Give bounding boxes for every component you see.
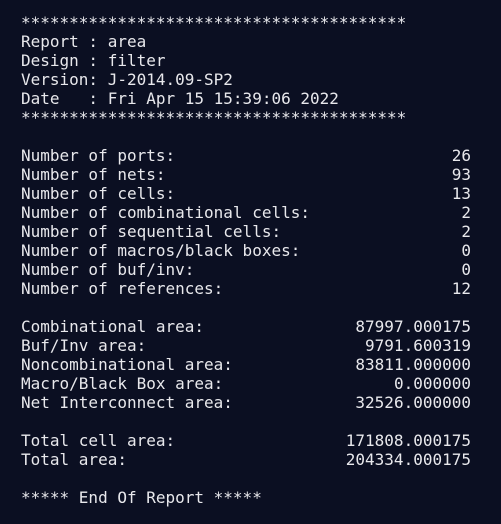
count-value: 0 — [461, 241, 471, 260]
area-row-combinational: Combinational area: 87997.000175 — [21, 317, 471, 336]
total-label: Total cell area: — [21, 431, 176, 450]
area-value: 87997.000175 — [355, 317, 471, 336]
count-row-sequential-cells: Number of sequential cells: 2 — [21, 222, 471, 241]
area-row-macro-black-box: Macro/Black Box area: 0.000000 — [21, 374, 471, 393]
count-row-ports: Number of ports: 26 — [21, 146, 471, 165]
area-label: Noncombinational area: — [21, 355, 233, 374]
report-line: Report : area — [21, 32, 147, 51]
count-label: Number of references: — [21, 279, 224, 298]
area-label: Net Interconnect area: — [21, 393, 233, 412]
total-row-cell-area: Total cell area: 171808.000175 — [21, 431, 471, 450]
count-row-cells: Number of cells: 13 — [21, 184, 471, 203]
count-value: 2 — [461, 222, 471, 241]
count-row-buf-inv: Number of buf/inv: 0 — [21, 260, 471, 279]
date-line: Date : Fri Apr 15 15:39:06 2022 — [21, 89, 339, 108]
count-row-nets: Number of nets: 93 — [21, 165, 471, 184]
stars-bottom: **************************************** — [21, 108, 407, 127]
area-label: Buf/Inv area: — [21, 336, 147, 355]
count-value: 2 — [461, 203, 471, 222]
area-label: Combinational area: — [21, 317, 205, 336]
count-value: 0 — [461, 260, 471, 279]
count-label: Number of ports: — [21, 146, 176, 165]
count-value: 93 — [451, 165, 471, 184]
total-value: 204334.000175 — [345, 450, 471, 469]
area-value: 83811.000000 — [355, 355, 471, 374]
total-row-total-area: Total area: 204334.000175 — [21, 450, 471, 469]
count-row-macros: Number of macros/black boxes: 0 — [21, 241, 471, 260]
count-value: 13 — [451, 184, 471, 203]
count-label: Number of nets: — [21, 165, 166, 184]
area-row-net-interconnect: Net Interconnect area: 32526.000000 — [21, 393, 471, 412]
count-value: 26 — [451, 146, 471, 165]
count-label: Number of buf/inv: — [21, 260, 195, 279]
area-value: 9791.600319 — [365, 336, 471, 355]
design-line: Design : filter — [21, 51, 166, 70]
stars-top: **************************************** — [21, 13, 407, 32]
area-value: 32526.000000 — [355, 393, 471, 412]
terminal-output: ****************************************… — [0, 0, 501, 524]
end-of-report: ***** End Of Report ***** — [21, 488, 262, 507]
count-row-combinational-cells: Number of combinational cells: 2 — [21, 203, 471, 222]
area-label: Macro/Black Box area: — [21, 374, 224, 393]
count-row-references: Number of references: 12 — [21, 279, 471, 298]
version-line: Version: J-2014.09-SP2 — [21, 70, 233, 89]
area-value: 0.000000 — [393, 374, 471, 393]
count-value: 12 — [451, 279, 471, 298]
total-label: Total area: — [21, 450, 127, 469]
count-label: Number of cells: — [21, 184, 176, 203]
count-label: Number of macros/black boxes: — [21, 241, 301, 260]
count-label: Number of sequential cells: — [21, 222, 282, 241]
total-value: 171808.000175 — [345, 431, 471, 450]
area-row-buf-inv: Buf/Inv area: 9791.600319 — [21, 336, 471, 355]
count-label: Number of combinational cells: — [21, 203, 310, 222]
area-row-noncombinational: Noncombinational area: 83811.000000 — [21, 355, 471, 374]
